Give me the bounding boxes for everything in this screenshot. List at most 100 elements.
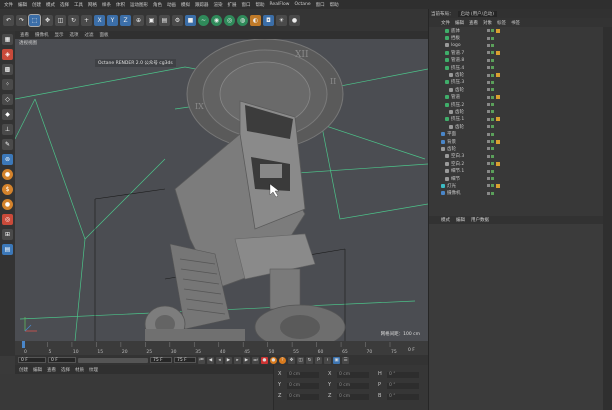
object-row[interactable]: 挡板 xyxy=(439,34,603,41)
visibility-dot-icon[interactable] xyxy=(487,110,490,114)
object-row[interactable]: 摄像机 xyxy=(439,190,603,197)
object-row[interactable]: logo xyxy=(439,42,603,49)
axis-mode-icon[interactable]: ⊥ xyxy=(2,124,13,135)
visibility-dot-icon[interactable] xyxy=(487,184,490,188)
enable-check-icon[interactable] xyxy=(491,140,494,144)
timeline-icon[interactable]: ☰ xyxy=(342,356,349,364)
move-icon[interactable]: ✥ xyxy=(42,14,53,26)
timeline[interactable]: 0 5 10 15 20 25 30 35 40 45 50 55 60 65 70 75 0 F xyxy=(15,341,428,355)
visibility-dot-icon[interactable] xyxy=(487,154,490,158)
playhead[interactable] xyxy=(22,341,25,348)
menu-item-3[interactable]: 模式 xyxy=(46,2,55,8)
enable-check-icon[interactable] xyxy=(491,162,494,166)
material-menu-item-4[interactable]: 材质 xyxy=(75,367,84,373)
max-frame-field[interactable]: 75 F xyxy=(174,357,196,363)
next-frame-icon[interactable]: ▸ xyxy=(234,356,241,364)
visibility-dot-icon[interactable] xyxy=(487,191,490,195)
scale-key-icon[interactable]: ◫ xyxy=(297,356,304,364)
visibility-dot-icon[interactable] xyxy=(487,29,490,33)
enable-check-icon[interactable] xyxy=(491,29,494,33)
menu-item-7[interactable]: 样条 xyxy=(102,2,111,8)
material-menu-item-2[interactable]: 查看 xyxy=(47,367,56,373)
menu-item-15[interactable]: 扩展 xyxy=(228,2,237,8)
object-row[interactable]: 齿轮 xyxy=(439,108,603,115)
points-mode-icon[interactable]: ⁘ xyxy=(2,79,13,90)
menu-item-4[interactable]: 选择 xyxy=(60,2,69,8)
coord-value-field[interactable]: 0 cm xyxy=(287,382,319,389)
keyframe-sel-icon[interactable]: ? xyxy=(279,356,286,364)
coord-value-field[interactable]: 0 cm xyxy=(287,371,319,378)
visibility-dot-icon[interactable] xyxy=(487,177,490,180)
object-row[interactable]: 细节.1 xyxy=(439,167,603,174)
enable-check-icon[interactable] xyxy=(491,184,494,188)
visibility-dot-icon[interactable] xyxy=(487,95,490,99)
material-manager[interactable] xyxy=(0,374,273,410)
enable-check-icon[interactable] xyxy=(491,103,494,107)
material-tag-icon[interactable] xyxy=(496,28,500,33)
viewport-menu-item-0[interactable]: 查看 xyxy=(20,32,29,38)
object-menu-item-5[interactable]: 书签 xyxy=(511,20,520,26)
coord-system-icon[interactable]: ⊕ xyxy=(133,14,144,26)
material-tag-icon[interactable] xyxy=(496,73,500,78)
layout-dropdown[interactable]: 启动 (用户/启动) xyxy=(457,10,497,17)
coord-value-field[interactable]: 0 ° xyxy=(387,393,419,400)
enable-check-icon[interactable] xyxy=(491,125,494,129)
record-icon[interactable]: ● xyxy=(261,356,268,364)
axis-y-button[interactable]: Y xyxy=(107,14,118,26)
undo-button[interactable]: ↶ xyxy=(3,14,14,26)
live-select-icon[interactable]: ⬚ xyxy=(28,13,41,27)
render-region-icon[interactable]: ▤ xyxy=(159,14,170,26)
menu-item-2[interactable]: 创建 xyxy=(32,2,41,8)
coord-value-field[interactable]: 0 cm xyxy=(337,371,369,378)
attribute-menu-item-2[interactable]: 用户数据 xyxy=(471,217,489,223)
visibility-dot-icon[interactable] xyxy=(487,162,490,166)
coord-value-field[interactable]: 0 cm xyxy=(337,382,369,389)
enable-check-icon[interactable] xyxy=(491,154,494,158)
menu-item-6[interactable]: 网格 xyxy=(88,2,97,8)
material-icon[interactable]: ● xyxy=(289,14,300,26)
object-row[interactable]: 灯光 xyxy=(439,182,603,189)
current-frame-field[interactable]: 0 F xyxy=(18,357,46,363)
visibility-dot-icon[interactable] xyxy=(487,147,490,151)
coord-value-field[interactable]: 0 cm xyxy=(337,393,369,400)
menu-item-8[interactable]: 体积 xyxy=(116,2,125,8)
camera-icon[interactable]: ◘ xyxy=(263,14,274,26)
start-frame-field[interactable]: 0 F xyxy=(48,357,76,363)
timeline-ruler[interactable]: 0 5 10 15 20 25 30 35 40 45 50 55 60 65 70 75 0 F xyxy=(15,341,428,355)
nurbs-icon[interactable]: ◉ xyxy=(211,14,222,26)
visibility-dot-icon[interactable] xyxy=(487,132,490,136)
menu-item-16[interactable]: 窗口 xyxy=(242,2,251,8)
viewport-menu-item-3[interactable]: 选项 xyxy=(70,32,79,38)
param-key-icon[interactable]: P xyxy=(315,356,322,364)
visibility-dot-icon[interactable] xyxy=(487,66,490,70)
menu-item-11[interactable]: 动画 xyxy=(167,2,176,8)
coord-value-field[interactable]: 0 ° xyxy=(387,382,419,389)
viewport-menu-item-4[interactable]: 过滤 xyxy=(85,32,94,38)
enable-check-icon[interactable] xyxy=(491,132,494,136)
visibility-dot-icon[interactable] xyxy=(487,36,490,40)
snap-icon[interactable]: ⊚ xyxy=(2,154,13,165)
attribute-menu-item-0[interactable]: 模式 xyxy=(441,217,450,223)
array-icon[interactable]: ◎ xyxy=(224,14,235,26)
visibility-dot-icon[interactable] xyxy=(487,80,490,84)
cube-icon[interactable]: ■ xyxy=(185,14,196,26)
go-to-start-icon[interactable]: ⏮ xyxy=(198,356,205,364)
menu-item-13[interactable]: 跟踪器 xyxy=(195,2,209,8)
texture-mode-icon[interactable]: ▩ xyxy=(2,64,13,75)
material-menu-item-5[interactable]: 纹理 xyxy=(89,367,98,373)
autokey-icon[interactable]: ● xyxy=(270,356,277,364)
redo-button[interactable]: ↷ xyxy=(16,14,27,26)
object-row[interactable]: 挤压.2 xyxy=(439,101,603,108)
enable-check-icon[interactable] xyxy=(491,110,494,114)
enable-check-icon[interactable] xyxy=(491,117,494,121)
visibility-dot-icon[interactable] xyxy=(487,140,490,144)
viewport-menu-item-5[interactable]: 面板 xyxy=(100,32,109,38)
material-tag-icon[interactable] xyxy=(496,161,500,166)
attribute-menu-item-1[interactable]: 编辑 xyxy=(456,217,465,223)
prev-key-icon[interactable]: ◀ xyxy=(207,356,214,364)
object-row[interactable]: 管道.7 xyxy=(439,49,603,56)
material-tag-icon[interactable] xyxy=(496,50,500,55)
enable-check-icon[interactable] xyxy=(491,51,494,55)
motion-icon[interactable]: ▣ xyxy=(333,356,340,364)
visibility-dot-icon[interactable] xyxy=(487,88,490,92)
